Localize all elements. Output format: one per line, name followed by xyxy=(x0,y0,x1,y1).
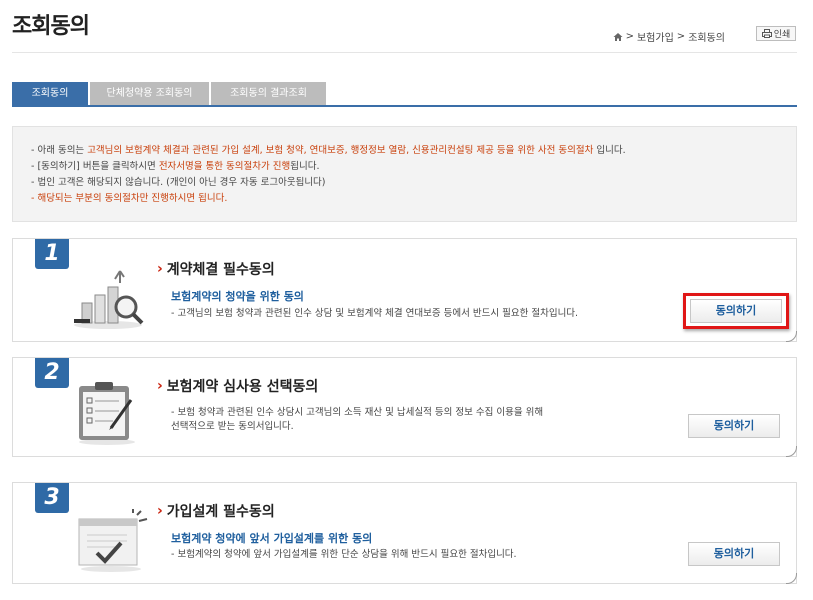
chevron-right-icon: › xyxy=(157,503,163,519)
step-description: - 보험계약의 청약에 앞서 가입설계를 위한 단순 상담을 위해 반드시 필요… xyxy=(171,548,517,562)
step-subtitle: 보험계약의 청약을 위한 동의 xyxy=(171,290,304,303)
tab-underline xyxy=(12,105,797,107)
step-title: › 계약체결 필수동의 xyxy=(157,259,275,279)
chevron-right-icon: › xyxy=(157,378,163,394)
browser-window-illustration xyxy=(78,509,148,572)
agree-button-contract[interactable]: 동의하기 xyxy=(690,299,782,323)
step-title-text: 보험계약 심사용 선택동의 xyxy=(166,379,319,395)
agree-button-review[interactable]: 동의하기 xyxy=(688,414,780,438)
agree-button-design[interactable]: 동의하기 xyxy=(688,542,780,566)
notice-highlight: 고객님의 보험계약 체결과 관련된 가입 설계, 보험 청약, 연대보증, 행정… xyxy=(87,145,594,156)
print-button[interactable]: 인쇄 xyxy=(756,26,796,41)
breadcrumb-separator: > xyxy=(625,31,634,42)
breadcrumb-separator: > xyxy=(676,31,686,42)
step-description-line: 선택적으로 받는 동의서입니다. xyxy=(171,421,294,432)
notice-text: - 법인 고객은 해당되지 않습니다. (개인이 아닌 경우 자동 로그아웃됩니… xyxy=(31,177,326,188)
step-card-design: 3 › 가입설계 필수동의 보험계약 청약에 앞서 가입설계를 위한 동의 - … xyxy=(12,482,797,584)
step-title: › 보험계약 심사용 선택동의 xyxy=(157,376,318,396)
notice-highlight: 전자서명을 통한 동의절차가 진행 xyxy=(158,161,291,172)
step-card-contract: 1 › 계약체결 필수동의 보험계약의 청약을 위한 동의 - 고객님의 보험 … xyxy=(12,238,797,342)
printer-icon xyxy=(761,29,772,38)
step-title: › 가입설계 필수동의 xyxy=(157,501,275,521)
breadcrumb-item-current: 조회동의 xyxy=(688,33,725,44)
step-description: - 보험 청약과 관련된 인수 상담시 고객님의 소득 재산 및 납세실적 등의… xyxy=(171,406,543,434)
notice-text: - 아래 동의는 xyxy=(31,145,88,156)
card-corner xyxy=(786,331,797,342)
notice-text: 입니다. xyxy=(593,145,626,156)
notice-line: - 아래 동의는 고객님의 보험계약 체결과 관련된 가입 설계, 보험 청약,… xyxy=(31,143,796,159)
home-icon xyxy=(613,32,623,41)
step-subtitle: 보험계약 청약에 앞서 가입설계를 위한 동의 xyxy=(171,532,373,545)
title-divider xyxy=(12,52,797,53)
card-corner xyxy=(786,446,797,457)
magnifier-chart-illustration xyxy=(74,270,144,329)
notice-line: - [동의하기] 버튼을 클릭하시면 전자서명을 통한 동의절차가 진행됩니다. xyxy=(31,159,796,175)
step-description-line: - 보험계약의 청약에 앞서 가입설계를 위한 단순 상담을 위해 반드시 필요… xyxy=(171,549,517,560)
notice-text: 됩니다. xyxy=(290,161,320,172)
tab-group-consent[interactable]: 단체청약용 조회동의 xyxy=(90,82,209,105)
step-description-line: - 고객님의 보험 청약과 관련된 인수 상담 및 보험계약 체결 연대보증 등… xyxy=(171,308,579,319)
page-title: 조회동의 xyxy=(12,14,90,39)
step-number-badge: 2 xyxy=(35,358,69,388)
card-corner xyxy=(786,573,797,584)
step-number-badge: 1 xyxy=(35,239,69,269)
step-number-badge: 3 xyxy=(35,483,69,513)
notice-box: - 아래 동의는 고객님의 보험계약 체결과 관련된 가입 설계, 보험 청약,… xyxy=(12,126,797,222)
step-title-text: 가입설계 필수동의 xyxy=(166,504,275,520)
tab-bar: 조회동의 단체청약용 조회동의 조회동의 결과조회 xyxy=(12,82,326,105)
print-button-label: 인쇄 xyxy=(773,30,791,40)
tab-consent-result[interactable]: 조회동의 결과조회 xyxy=(211,82,326,105)
clipboard-checklist-illustration xyxy=(79,382,135,445)
notice-highlight: - 해당되는 부분의 동의절차만 진행하시면 됩니다. xyxy=(31,193,228,204)
tab-consent[interactable]: 조회동의 xyxy=(12,82,88,105)
step-card-review: 2 › 보험계약 심사용 선택동의 - 보험 청약과 관련된 인수 상담시 고객… xyxy=(12,357,797,457)
breadcrumb: > 보험가입 > 조회동의 xyxy=(613,29,725,44)
notice-line: - 법인 고객은 해당되지 않습니다. (개인이 아닌 경우 자동 로그아웃됩니… xyxy=(31,175,796,191)
notice-text: - [동의하기] 버튼을 클릭하시면 xyxy=(31,161,159,172)
breadcrumb-item-insurance[interactable]: 보험가입 xyxy=(637,29,674,44)
step-title-text: 계약체결 필수동의 xyxy=(166,262,275,278)
chevron-right-icon: › xyxy=(157,261,163,277)
step-description: - 고객님의 보험 청약과 관련된 인수 상담 및 보험계약 체결 연대보증 등… xyxy=(171,307,578,321)
notice-line: - 해당되는 부분의 동의절차만 진행하시면 됩니다. xyxy=(31,191,796,207)
step-description-line: - 보험 청약과 관련된 인수 상담시 고객님의 소득 재산 및 납세실적 등의… xyxy=(171,407,544,418)
